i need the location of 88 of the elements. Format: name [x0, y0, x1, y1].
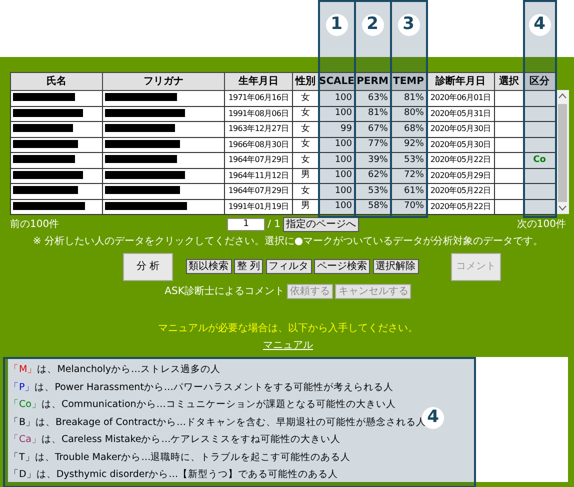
table-cell: 2020年05月29日	[426, 168, 494, 184]
legend-line: 「P」は、Power Harassmentから…パワーハラスメントをする可能性が考えられる人	[9, 380, 394, 394]
table-cell: 女	[292, 152, 318, 168]
table-cell: 100	[318, 152, 354, 168]
table-cell: 女	[292, 122, 318, 137]
table-cell: 99	[318, 122, 354, 137]
legend-line: 「Co」は、Communicationから…コミュニケーションが課題となる可能性の大きい人	[9, 398, 396, 412]
table-cell: 81%	[390, 90, 426, 106]
table-cell: 1991年08月06日	[224, 106, 292, 122]
table-cell: 77%	[354, 137, 390, 152]
table-cell: 39%	[354, 152, 390, 168]
redaction-bar	[13, 186, 78, 194]
table-cell: 67%	[354, 122, 390, 137]
table-cell: 2020年06月01日	[426, 90, 494, 106]
table-cell: 100	[318, 106, 354, 122]
table-cell: 81%	[354, 106, 390, 122]
table-cell: 2020年05月22日	[426, 199, 494, 214]
column-header: 診断年月日	[426, 72, 494, 90]
table-cell: 1964年11月12日	[224, 168, 292, 184]
table-cell: 2020年05月22日	[426, 152, 494, 168]
go-to-page-button[interactable]: 指定のページへ	[283, 217, 360, 232]
redaction-bar	[13, 170, 83, 179]
comment-request-label: ASK診断士によるコメント	[164, 284, 284, 299]
scrollbar[interactable]	[556, 90, 569, 214]
action-button[interactable]: ページ検索	[314, 259, 370, 274]
page-total: / 1	[268, 218, 281, 232]
column-header: 性別	[292, 72, 318, 90]
table-cell: 1964年07月29日	[224, 184, 292, 199]
table-cell: 70%	[390, 199, 426, 214]
column-header: 氏名	[10, 72, 102, 90]
table-cell: 2020年05月30日	[426, 137, 494, 152]
table-cell: 2020年05月22日	[426, 184, 494, 199]
table-cell: 女	[292, 184, 318, 199]
table-cell: 2020年05月30日	[426, 122, 494, 137]
table-cell: 68%	[390, 122, 426, 137]
column-header: TEMP	[390, 72, 426, 90]
table-cell: 62%	[354, 168, 390, 184]
legend-line: 「M」は、Melancholyから…ストレス過多の人	[9, 363, 221, 377]
legend-line: 「T」は、Trouble Makerから…退職時に、トラブルを起こす可能性のある人	[9, 450, 351, 464]
table-cell: 1971年06月16日	[224, 90, 292, 106]
table-cell: 100	[318, 90, 354, 106]
table-cell: 61%	[390, 184, 426, 199]
column-header: 生年月日	[224, 72, 292, 90]
redaction-bar	[13, 202, 85, 210]
redaction-bar	[105, 155, 177, 164]
table-cell: 1991年01月19日	[224, 199, 292, 214]
table-cell: 男	[292, 199, 318, 214]
table-cell: 72%	[390, 168, 426, 184]
table-cell: 63%	[354, 90, 390, 106]
column-header: 選択	[494, 72, 524, 90]
action-button[interactable]: 類以検索	[186, 259, 232, 274]
legend-line: 「Ca」は、Careless Mistakeから…ケアレスミスをすね可能性の大きい人	[9, 433, 341, 447]
table-cell: 100	[318, 199, 354, 214]
table-cell: 1966年08月30日	[224, 137, 292, 152]
table-cell: 80%	[390, 106, 426, 122]
action-button[interactable]: 整 列	[234, 259, 264, 274]
action-button[interactable]: 分 析	[123, 252, 173, 280]
table-cell: 男	[292, 168, 318, 184]
table-cell: 100	[318, 168, 354, 184]
table-cell: 1964年07月29日	[224, 152, 292, 168]
table-cell: 2020年05月31日	[426, 106, 494, 122]
column-header: 区分	[524, 72, 556, 90]
redaction-bar	[13, 93, 75, 102]
redaction-bar	[13, 124, 73, 132]
redaction-bar	[105, 124, 175, 132]
table-cell: 100	[318, 184, 354, 199]
column-header: PERM	[354, 72, 390, 90]
table-cell: 53%	[354, 184, 390, 199]
table-cell: 58%	[354, 199, 390, 214]
instruction-text: ※ 分析したい人のデータをクリックしてください。選択に●マークがついているデータが分析対象のデータです。	[32, 236, 544, 247]
manual-notice: マニュアルが必要な場合は、以下から入手してください。	[158, 323, 418, 334]
legend-line: 「D」は、Dysthymic disorderから…【新型うつ】である可能性のある人	[9, 468, 338, 482]
redaction-bar	[13, 155, 75, 164]
redaction-bar	[105, 93, 177, 102]
redaction-bar	[13, 108, 83, 117]
table-cell: 女	[292, 106, 318, 122]
column-header: SCALE	[318, 72, 354, 90]
redaction-bar	[13, 140, 78, 148]
action-button[interactable]: フィルタ	[266, 259, 312, 274]
table-cell: 女	[292, 137, 318, 152]
page-number-field[interactable]: 1	[227, 218, 266, 231]
table-cell: 女	[292, 90, 318, 106]
table-cell: 92%	[390, 137, 426, 152]
table-cell: 100	[318, 137, 354, 152]
table-cell: 53%	[390, 152, 426, 168]
action-button[interactable]: 選択解除	[372, 259, 419, 274]
table-cell: 1963年12月27日	[224, 122, 292, 137]
column-header: フリガナ	[102, 72, 224, 90]
